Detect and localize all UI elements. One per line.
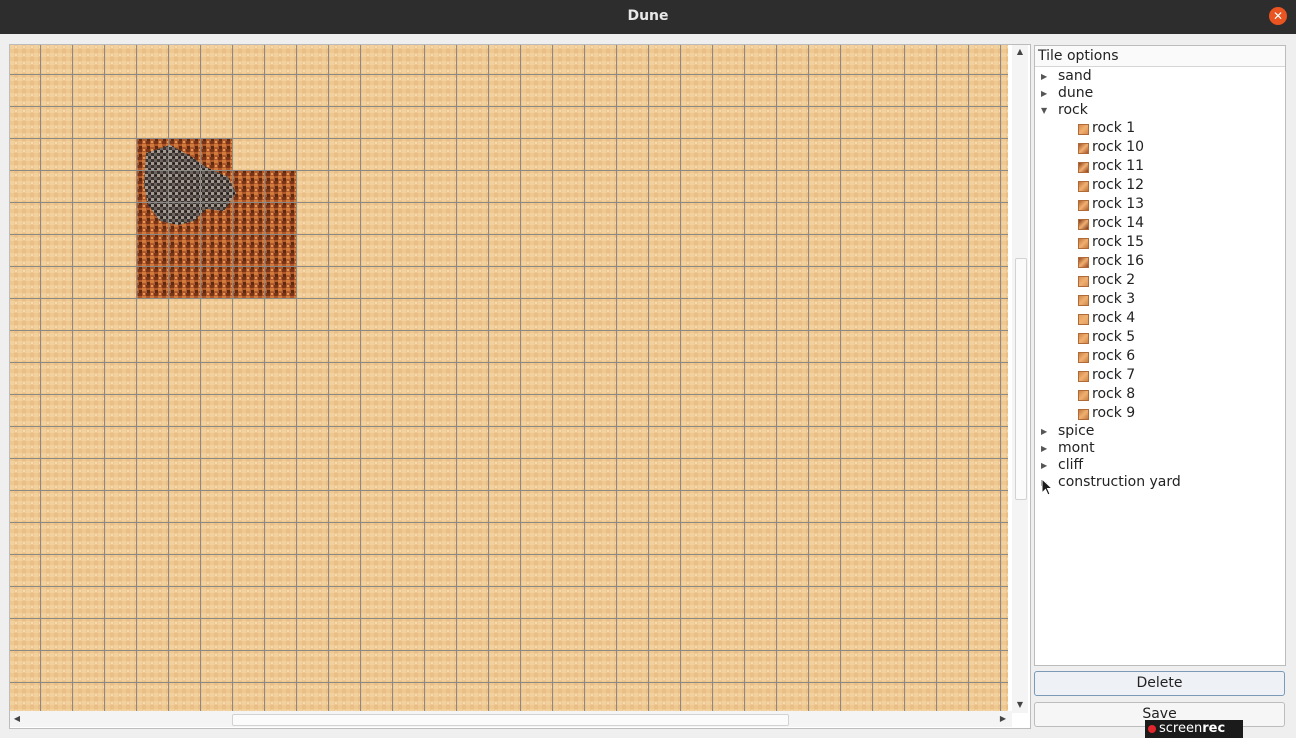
rock-tile-icon: [1078, 352, 1089, 363]
rock-tile-icon: [1078, 181, 1089, 192]
rock-tile-icon: [1078, 314, 1089, 325]
map-canvas[interactable]: [10, 45, 1008, 711]
tree-item-label: rock 16: [1092, 253, 1145, 269]
rock-tile-icon: [1078, 162, 1089, 173]
tree-header: Tile options: [1035, 46, 1285, 67]
tile-options-tree[interactable]: Tile options ▶ sand ▶ dune ▼ rock rock 1…: [1034, 45, 1286, 666]
rock-tile[interactable]: [264, 234, 296, 266]
rock-tile[interactable]: [200, 234, 232, 266]
watermark-text-b: rec: [1202, 721, 1226, 736]
map-grid[interactable]: [10, 45, 1008, 711]
rock-tile[interactable]: [264, 202, 296, 234]
tree-item-label: rock 5: [1092, 329, 1136, 345]
tree-item-label: rock 11: [1092, 158, 1145, 174]
rock-tile[interactable]: [264, 170, 296, 202]
rock-tile[interactable]: [200, 266, 232, 298]
tree-item-label: rock 3: [1092, 291, 1136, 307]
tree-item-label: rock 2: [1092, 272, 1136, 288]
vertical-scroll-thumb[interactable]: [1015, 258, 1027, 500]
map-horizontal-scrollbar[interactable]: ◀ ▶: [10, 711, 1012, 727]
rock-tile-icon: [1078, 371, 1089, 382]
scroll-right-icon[interactable]: ▶: [997, 713, 1009, 725]
tree-group-label: construction yard: [1058, 474, 1181, 490]
rock-tile[interactable]: [232, 170, 264, 202]
rock-tile-icon: [1078, 390, 1089, 401]
map-vertical-scrollbar[interactable]: ▲ ▼: [1012, 45, 1028, 713]
tree-item-label: rock 9: [1092, 405, 1136, 421]
scroll-up-icon[interactable]: ▲: [1012, 46, 1028, 58]
tree-item-label: rock 8: [1092, 386, 1136, 402]
rock-tile-icon: [1078, 124, 1089, 135]
rock-tile[interactable]: [264, 266, 296, 298]
scroll-down-icon[interactable]: ▼: [1012, 699, 1028, 711]
tree-item-label: rock 14: [1092, 215, 1145, 231]
tree-item-label: rock 4: [1092, 310, 1136, 326]
scroll-left-icon[interactable]: ◀: [11, 713, 23, 725]
tree-item-label: rock 1: [1092, 120, 1136, 136]
record-dot-icon: [1148, 725, 1156, 733]
rock-tile[interactable]: [136, 234, 168, 266]
delete-button[interactable]: Delete: [1034, 671, 1285, 696]
rock-tile-icon: [1078, 409, 1089, 420]
tree-item-label: rock 15: [1092, 234, 1145, 250]
rock-tile[interactable]: [168, 234, 200, 266]
tree-group-label: rock: [1058, 102, 1088, 118]
rock-tile-icon: [1078, 143, 1089, 154]
tree-item-label: rock 13: [1092, 196, 1145, 212]
window-title: Dune: [627, 8, 669, 24]
rock-tile[interactable]: [136, 266, 168, 298]
rock-tile[interactable]: [200, 138, 232, 170]
rock-tile[interactable]: [232, 202, 264, 234]
watermark-text-a: screen: [1159, 721, 1203, 736]
rock-tile-icon: [1078, 219, 1089, 230]
rock-tile[interactable]: [232, 266, 264, 298]
rock-tile-icon: [1078, 200, 1089, 211]
horizontal-scroll-thumb[interactable]: [232, 714, 789, 726]
rock-tile-icon: [1078, 238, 1089, 249]
window-titlebar: Dune ✕: [0, 0, 1296, 34]
tree-item-label: rock 12: [1092, 177, 1145, 193]
close-icon[interactable]: ✕: [1269, 7, 1287, 25]
tree-item-label: rock 10: [1092, 139, 1145, 155]
triangle-down-icon[interactable]: ▼: [1041, 101, 1047, 120]
tree-item-label: rock 6: [1092, 348, 1136, 364]
rock-tile[interactable]: [168, 266, 200, 298]
rock-tile-icon: [1078, 295, 1089, 306]
rock-tile-icon: [1078, 257, 1089, 268]
mouse-cursor-icon: [1041, 478, 1053, 496]
rock-tile-icon: [1078, 333, 1089, 344]
screenrec-watermark: screenrec: [1145, 720, 1243, 738]
rock-tile[interactable]: [232, 234, 264, 266]
tree-item-label: rock 7: [1092, 367, 1136, 383]
rock-tile-icon: [1078, 276, 1089, 287]
